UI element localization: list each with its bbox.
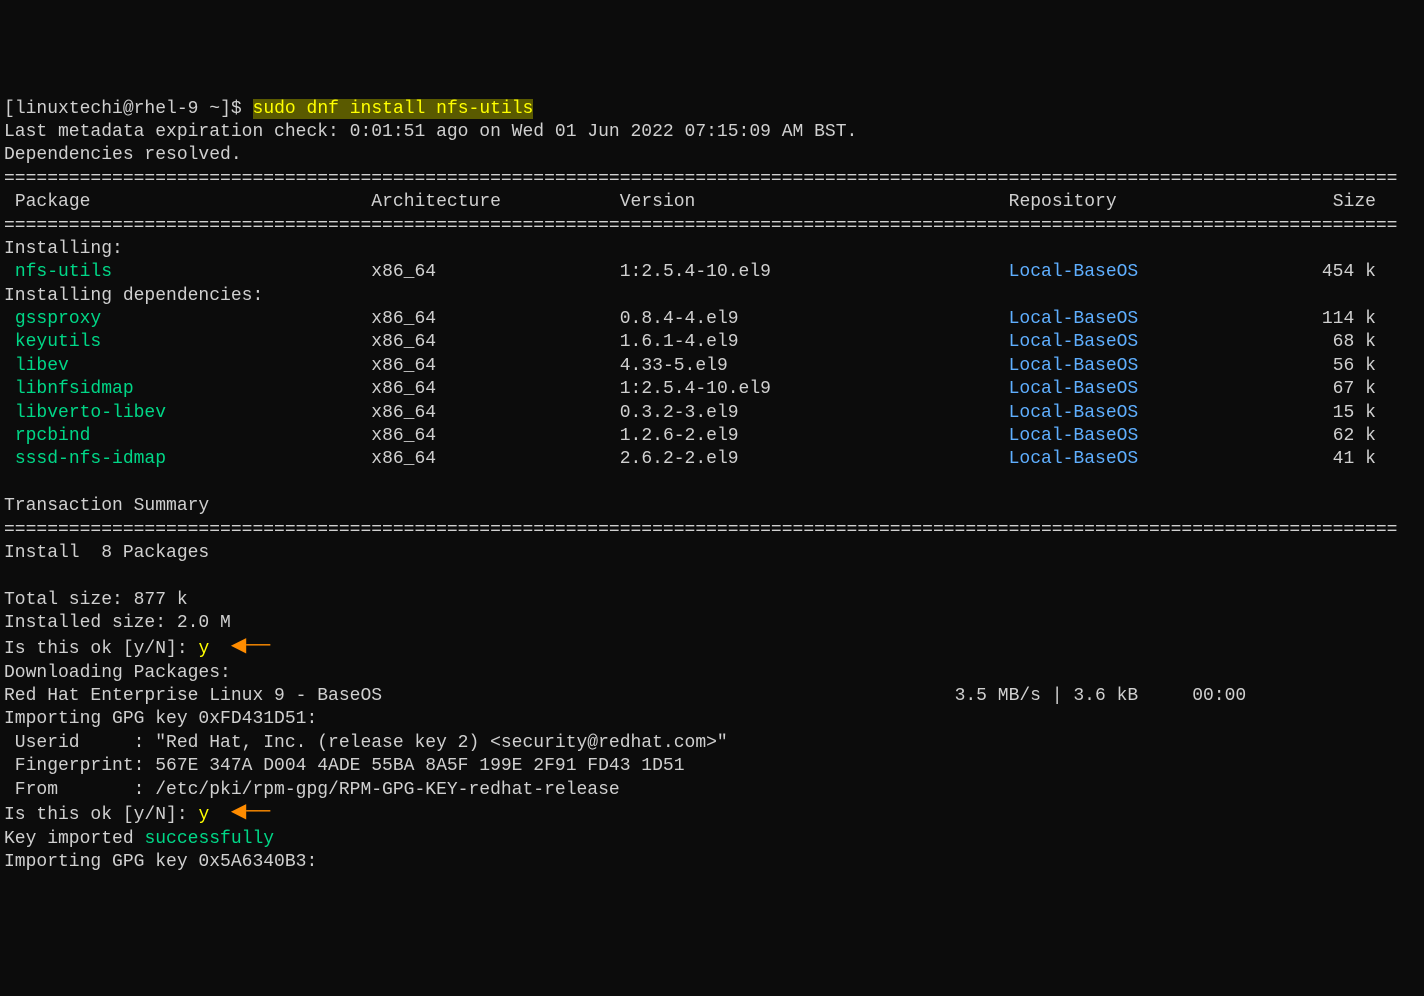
download-speed: 3.5 MB/s | 3.6 kB 00:00 [955,686,1247,706]
pkg-version: 1:2.5.4-10.el9 [620,262,771,282]
divider-mid: ========================================… [4,215,1420,238]
confirm-line-1[interactable]: Is this ok [y/N]: y ◀── [4,636,1420,662]
pkg-name: libverto-libev [15,403,166,423]
pkg-repo: Local-BaseOS [1009,262,1139,282]
pkg-name: gssproxy [15,309,101,329]
pkg-size: 68 k [1333,332,1376,352]
package-row: keyutils x86_64 1.6.1-4.el9 Local-BaseOS… [4,331,1420,354]
pkg-arch: x86_64 [371,403,436,423]
pkg-size: 41 k [1333,449,1376,469]
pkg-repo: Local-BaseOS [1009,449,1139,469]
header-repo: Repository [1009,192,1117,212]
pkg-name: keyutils [15,332,101,352]
prompt-path: ~ [209,99,220,119]
pkg-repo: Local-BaseOS [1009,403,1139,423]
pkg-version: 1.6.1-4.el9 [620,332,739,352]
confirm-line-2[interactable]: Is this ok [y/N]: y ◀── [4,802,1420,828]
pkg-version: 0.3.2-3.el9 [620,403,739,423]
total-size: Total size: 877 k [4,589,1420,612]
pkg-size: 114 k [1322,309,1376,329]
confirm-prompt: Is this ok [y/N]: [4,639,198,659]
arrow-icon: ◀── [231,634,270,660]
header-arch: Architecture [371,192,501,212]
header-package: Package [15,192,91,212]
pkg-arch: x86_64 [371,449,436,469]
key-imported-status: successfully [144,829,274,849]
pkg-size: 67 k [1333,379,1376,399]
pkg-arch: x86_64 [371,309,436,329]
pkg-name: libnfsidmap [15,379,134,399]
download-name: Red Hat Enterprise Linux 9 - BaseOS [4,686,382,706]
pkg-version: 0.8.4-4.el9 [620,309,739,329]
pkg-version: 2.6.2-2.el9 [620,449,739,469]
pkg-version: 1:2.5.4-10.el9 [620,379,771,399]
divider-bottom: ========================================… [4,519,1420,542]
pkg-repo: Local-BaseOS [1009,309,1139,329]
key-imported-prefix: Key imported [4,829,144,849]
pkg-repo: Local-BaseOS [1009,426,1139,446]
confirm-prompt: Is this ok [y/N]: [4,805,198,825]
confirm-answer: y [198,805,209,825]
gpg-import-1: Importing GPG key 0xFD431D51: [4,708,1420,731]
pkg-arch: x86_64 [371,356,436,376]
pkg-repo: Local-BaseOS [1009,332,1139,352]
install-count: Install 8 Packages [4,542,1420,565]
gpg-import-2: Importing GPG key 0x5A6340B3: [4,851,1420,874]
pkg-size: 62 k [1333,426,1376,446]
installing-label: Installing: [4,238,1420,261]
pkg-version: 4.33-5.el9 [620,356,728,376]
prompt-line[interactable]: [linuxtechi@rhel-9 ~]$ sudo dnf install … [4,98,1420,121]
pkg-arch: x86_64 [371,332,436,352]
package-row: libev x86_64 4.33-5.el9 Local-BaseOS 56 … [4,355,1420,378]
package-row: libverto-libev x86_64 0.3.2-3.el9 Local-… [4,402,1420,425]
arrow-icon: ◀── [231,800,270,826]
pkg-arch: x86_64 [371,426,436,446]
gpg-userid: Userid : "Red Hat, Inc. (release key 2) … [4,732,1420,755]
command-input[interactable]: sudo dnf install nfs-utils [253,99,534,119]
header-size: Size [1333,192,1376,212]
pkg-repo: Local-BaseOS [1009,356,1139,376]
key-imported-line: Key imported successfully [4,828,1420,851]
package-row: sssd-nfs-idmap x86_64 2.6.2-2.el9 Local-… [4,448,1420,471]
package-row: gssproxy x86_64 0.8.4-4.el9 Local-BaseOS… [4,308,1420,331]
package-row: nfs-utils x86_64 1:2.5.4-10.el9 Local-Ba… [4,261,1420,284]
confirm-answer: y [198,639,209,659]
metadata-line: Last metadata expiration check: 0:01:51 … [4,121,1420,144]
downloading-label: Downloading Packages: [4,662,1420,685]
installing-deps-label: Installing dependencies: [4,285,1420,308]
package-row: rpcbind x86_64 1.2.6-2.el9 Local-BaseOS … [4,425,1420,448]
gpg-from: From : /etc/pki/rpm-gpg/RPM-GPG-KEY-redh… [4,779,1420,802]
pkg-name: nfs-utils [15,262,112,282]
pkg-size: 15 k [1333,403,1376,423]
download-progress: Red Hat Enterprise Linux 9 - BaseOS 3.5 … [4,685,1420,708]
pkg-name: sssd-nfs-idmap [15,449,166,469]
terminal-output: [linuxtechi@rhel-9 ~]$ sudo dnf install … [4,98,1420,875]
installed-size: Installed size: 2.0 M [4,612,1420,635]
pkg-name: rpcbind [15,426,91,446]
pkg-arch: x86_64 [371,262,436,282]
package-row: libnfsidmap x86_64 1:2.5.4-10.el9 Local-… [4,378,1420,401]
prompt-symbol: $ [231,99,242,119]
prompt-user-host: linuxtechi@rhel-9 [15,99,199,119]
pkg-arch: x86_64 [371,379,436,399]
transaction-summary: Transaction Summary [4,495,1420,518]
divider-top: ========================================… [4,168,1420,191]
deps-resolved: Dependencies resolved. [4,144,1420,167]
table-header: Package Architecture Version Repository … [4,191,1420,214]
pkg-size: 56 k [1333,356,1376,376]
pkg-version: 1.2.6-2.el9 [620,426,739,446]
header-version: Version [620,192,696,212]
pkg-size: 454 k [1322,262,1376,282]
gpg-fingerprint: Fingerprint: 567E 347A D004 4ADE 55BA 8A… [4,755,1420,778]
pkg-repo: Local-BaseOS [1009,379,1139,399]
pkg-name: libev [15,356,69,376]
